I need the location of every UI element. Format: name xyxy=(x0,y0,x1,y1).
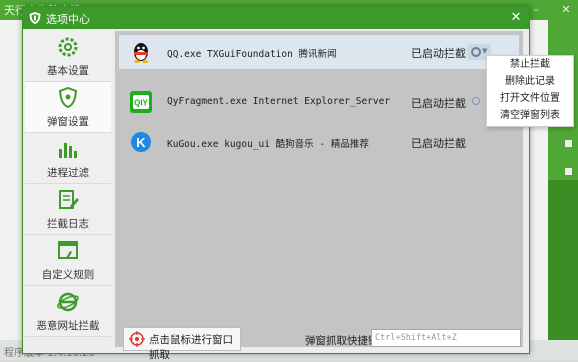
sidebar-item-label: 恶意网址拦截 xyxy=(36,320,100,332)
sidebar-item-label: 弹窗设置 xyxy=(47,116,89,128)
dialog-title: 选项中心 xyxy=(46,13,90,26)
popup-list-panel: QQ.exe TXGuiFoundation 腾讯新闻 已启动拦截 ▼ QIY … xyxy=(115,31,523,361)
menu-item-clear-popup-list[interactable]: 清空弹窗列表 xyxy=(487,108,573,124)
log-edit-icon xyxy=(59,190,79,209)
svg-text:K: K xyxy=(136,135,146,150)
window-capture-button[interactable]: 点击鼠标进行窗口抓取 xyxy=(123,327,241,361)
svg-text:QIY: QIY xyxy=(134,99,148,108)
popup-status: 已启动拦截 xyxy=(411,97,466,110)
popup-status: 已启动拦截 xyxy=(411,137,466,150)
background-marker xyxy=(565,140,572,147)
popup-process-name: KuGou.exe kugou_ui 酷狗音乐 - 精品推荐 xyxy=(167,139,369,150)
shield-logo-icon xyxy=(29,12,41,24)
sidebar-item-label: 进程过滤 xyxy=(47,167,89,179)
sidebar-item-malicious-url-block[interactable]: 恶意网址拦截 xyxy=(25,286,111,337)
background-close-icon[interactable]: ✕ xyxy=(560,4,572,16)
popup-row-kugou[interactable]: K KuGou.exe kugou_ui 酷狗音乐 - 精品推荐 已启动拦截 xyxy=(119,125,519,159)
row-settings-indicator[interactable] xyxy=(472,97,480,105)
qq-icon xyxy=(134,43,148,63)
sidebar-item-basic-settings[interactable]: 基本设置 xyxy=(25,31,111,82)
ie-icon xyxy=(57,292,79,312)
chevron-down-icon: ▼ xyxy=(482,47,488,55)
custom-rule-icon xyxy=(58,241,78,259)
sidebar-item-custom-rules[interactable]: 自定义规则 xyxy=(25,235,111,286)
background-minimize-icon[interactable]: – xyxy=(530,4,542,16)
crosshair-icon xyxy=(129,331,145,347)
capture-button-label: 点击鼠标进行窗口抓取 xyxy=(149,334,233,361)
bar-chart-icon xyxy=(59,143,77,158)
hotkey-input[interactable]: Ctrl+Shift+Alt+Z xyxy=(371,329,521,347)
gear-icon xyxy=(58,37,78,57)
popup-row-iqiyi[interactable]: QIY QyFragment.exe Internet Explorer_Ser… xyxy=(119,85,519,119)
menu-item-disable-block[interactable]: 禁止拦截 xyxy=(487,57,573,73)
sidebar-item-popup-settings[interactable]: 弹窗设置 xyxy=(25,82,111,133)
sidebar-item-label: 自定义规则 xyxy=(41,269,95,281)
popup-status: 已启动拦截 xyxy=(411,47,466,60)
iqiyi-icon: QIY xyxy=(130,91,152,113)
menu-item-delete-record[interactable]: 删除此记录 xyxy=(487,74,573,90)
hotkey-label: 弹窗抓取快捷键 xyxy=(305,335,379,347)
gear-icon xyxy=(471,47,481,57)
menu-item-open-file-location[interactable]: 打开文件位置 xyxy=(487,91,573,107)
sidebar-item-label: 基本设置 xyxy=(47,65,89,77)
background-window-shade xyxy=(548,180,578,340)
sidebar-item-label: 拦截日志 xyxy=(47,218,89,230)
sidebar-item-process-filter[interactable]: 进程过滤 xyxy=(25,133,111,184)
popup-process-name: QyFragment.exe Internet Explorer_Server xyxy=(167,96,391,107)
close-icon[interactable]: ✕ xyxy=(509,10,523,26)
row-context-menu: 禁止拦截 删除此记录 打开文件位置 清空弹窗列表 xyxy=(486,55,574,127)
shield-icon xyxy=(58,86,78,109)
settings-sidebar: 基本设置 弹窗设置 进程过滤 拦截日志 自定义规则 恶意网址拦截 xyxy=(25,31,111,347)
popup-process-name: QQ.exe TXGuiFoundation 腾讯新闻 xyxy=(167,49,337,60)
dialog-titlebar: 选项中心 ✕ xyxy=(23,7,529,29)
kugou-icon: K xyxy=(131,132,151,152)
options-dialog: 选项中心 ✕ 基本设置 弹窗设置 进程过滤 拦截日志 自定义规则 恶意网址拦截 … xyxy=(22,6,530,361)
background-marker xyxy=(565,168,572,175)
popup-row-qq[interactable]: QQ.exe TXGuiFoundation 腾讯新闻 已启动拦截 ▼ xyxy=(119,35,519,69)
sidebar-item-block-log[interactable]: 拦截日志 xyxy=(25,184,111,235)
